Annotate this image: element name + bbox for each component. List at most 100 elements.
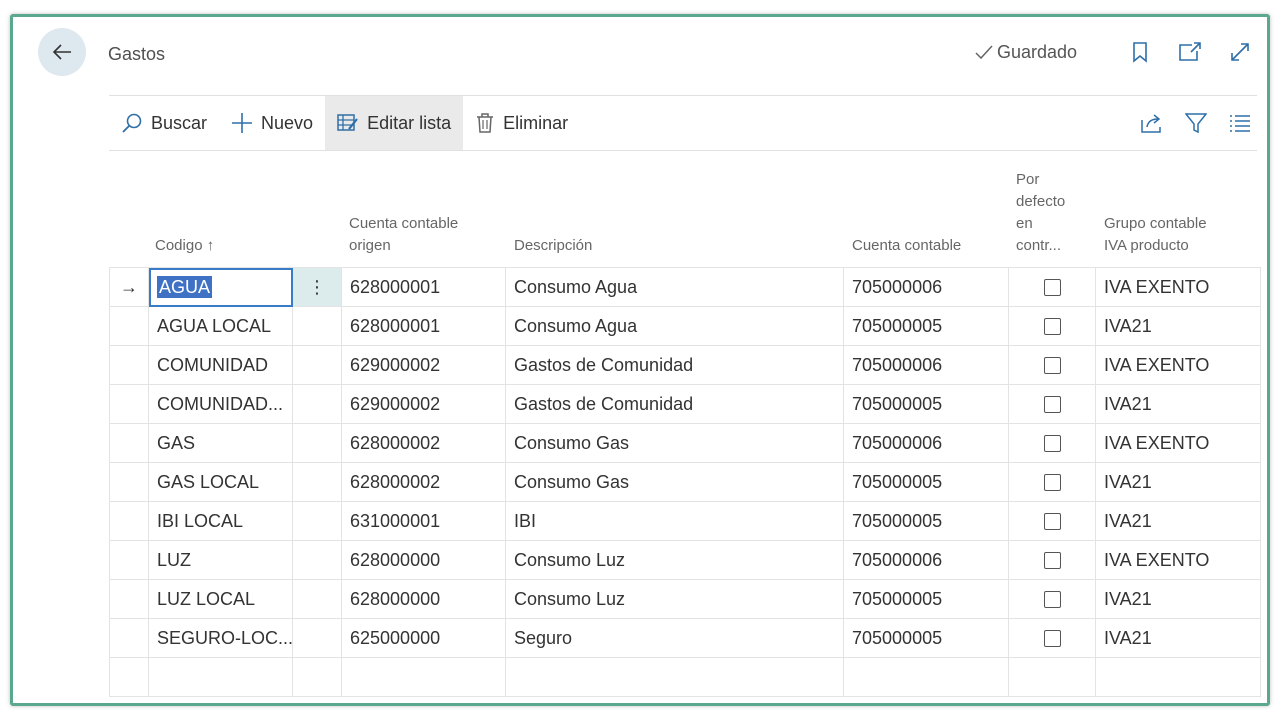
table-row[interactable]: COMUNIDAD... 629000002 Gastos de Comunidad…	[109, 384, 1261, 424]
row-actions-menu[interactable]	[292, 462, 342, 502]
cell-cuenta-origen[interactable]: 629000002	[341, 345, 506, 385]
row-selector[interactable]	[109, 462, 149, 502]
table-row[interactable]: LUZ LOCAL 628000000 Consumo Luz 705000005 IV…	[109, 579, 1261, 619]
edit-list-button[interactable]: Editar lista	[325, 96, 464, 150]
cell-descripcion[interactable]: Consumo Gas	[505, 462, 844, 502]
row-actions-menu[interactable]: ⋮	[292, 267, 342, 307]
cell-cuenta-contable[interactable]: 705000006	[843, 267, 1009, 307]
cell-codigo[interactable]: SEGURO-LOC...	[148, 618, 293, 658]
filter-button[interactable]	[1183, 110, 1209, 136]
empty-cell[interactable]	[109, 657, 149, 697]
cell-descripcion[interactable]: Consumo Agua	[505, 267, 844, 307]
cell-codigo[interactable]: IBI LOCAL	[148, 501, 293, 541]
cell-codigo[interactable]: AGUA	[148, 267, 293, 307]
row-selector[interactable]	[109, 345, 149, 385]
cell-codigo[interactable]: COMUNIDAD	[148, 345, 293, 385]
table-row[interactable]: SEGURO-LOC... 625000000 Seguro 705000005 IVA…	[109, 618, 1261, 658]
share-button[interactable]	[1139, 110, 1165, 136]
por-defecto-checkbox[interactable]	[1043, 474, 1061, 492]
cell-cuenta-origen[interactable]: 629000002	[341, 384, 506, 424]
empty-cell[interactable]	[341, 657, 506, 697]
cell-cuenta-contable[interactable]: 705000006	[843, 345, 1009, 385]
column-header-codigo[interactable]: Codigo ↑	[155, 235, 214, 257]
cell-cuenta-origen[interactable]: 625000000	[341, 618, 506, 658]
row-actions-menu[interactable]	[292, 423, 342, 463]
column-header-cuenta-contable[interactable]: Cuenta contable	[852, 235, 961, 257]
column-header-por-defecto[interactable]: Por defecto en contr...	[1016, 169, 1065, 257]
row-actions-menu[interactable]	[292, 345, 342, 385]
table-row[interactable]: GAS 628000002 Consumo Gas 705000006 IVA EXEN…	[109, 423, 1261, 463]
cell-cuenta-contable[interactable]: 705000006	[843, 540, 1009, 580]
cell-descripcion[interactable]: Gastos de Comunidad	[505, 384, 844, 424]
empty-cell[interactable]	[148, 657, 293, 697]
column-header-descripcion[interactable]: Descripción	[514, 235, 592, 257]
cell-grupo-iva[interactable]: IVA21	[1095, 384, 1261, 424]
search-button[interactable]: Buscar	[109, 96, 219, 150]
row-actions-menu[interactable]	[292, 540, 342, 580]
cell-descripcion[interactable]: IBI	[505, 501, 844, 541]
row-actions-menu[interactable]	[292, 501, 342, 541]
row-selector[interactable]	[109, 306, 149, 346]
empty-cell[interactable]	[505, 657, 844, 697]
cell-cuenta-contable[interactable]: 705000005	[843, 462, 1009, 502]
row-selector[interactable]	[109, 618, 149, 658]
table-row[interactable]: GAS LOCAL 628000002 Consumo Gas 705000005 IV…	[109, 462, 1261, 502]
cell-grupo-iva[interactable]: IVA EXENTO	[1095, 267, 1261, 307]
row-selector[interactable]	[109, 501, 149, 541]
row-selector[interactable]: →	[109, 267, 149, 307]
por-defecto-checkbox[interactable]	[1043, 396, 1061, 414]
table-row[interactable]: COMUNIDAD 629000002 Gastos de Comunidad 705…	[109, 345, 1261, 385]
cell-cuenta-contable[interactable]: 705000005	[843, 501, 1009, 541]
cell-cuenta-origen[interactable]: 628000002	[341, 462, 506, 502]
expand-button[interactable]	[1227, 39, 1253, 65]
cell-grupo-iva[interactable]: IVA EXENTO	[1095, 540, 1261, 580]
table-row[interactable]: LUZ 628000000 Consumo Luz 705000006 IVA EXEN…	[109, 540, 1261, 580]
por-defecto-checkbox[interactable]	[1043, 591, 1061, 609]
cell-codigo[interactable]: COMUNIDAD...	[148, 384, 293, 424]
cell-codigo[interactable]: GAS	[148, 423, 293, 463]
empty-cell[interactable]	[1008, 657, 1096, 697]
cell-grupo-iva[interactable]: IVA21	[1095, 306, 1261, 346]
cell-grupo-iva[interactable]: IVA EXENTO	[1095, 345, 1261, 385]
cell-codigo[interactable]: AGUA LOCAL	[148, 306, 293, 346]
cell-cuenta-origen[interactable]: 628000002	[341, 423, 506, 463]
empty-cell[interactable]	[292, 657, 342, 697]
por-defecto-checkbox[interactable]	[1043, 630, 1061, 648]
por-defecto-checkbox[interactable]	[1043, 435, 1061, 453]
column-header-grupo-iva[interactable]: Grupo contable IVA producto	[1104, 213, 1207, 257]
row-actions-menu[interactable]	[292, 579, 342, 619]
cell-cuenta-contable[interactable]: 705000005	[843, 579, 1009, 619]
cell-grupo-iva[interactable]: IVA21	[1095, 462, 1261, 502]
row-actions-menu[interactable]	[292, 306, 342, 346]
cell-cuenta-contable[interactable]: 705000005	[843, 306, 1009, 346]
cell-codigo[interactable]: LUZ LOCAL	[148, 579, 293, 619]
open-new-window-button[interactable]	[1177, 39, 1203, 65]
row-actions-menu[interactable]	[292, 384, 342, 424]
cell-descripcion[interactable]: Consumo Luz	[505, 540, 844, 580]
row-actions-menu[interactable]	[292, 618, 342, 658]
por-defecto-checkbox[interactable]	[1043, 513, 1061, 531]
cell-grupo-iva[interactable]: IVA21	[1095, 618, 1261, 658]
cell-cuenta-origen[interactable]: 628000000	[341, 540, 506, 580]
cell-grupo-iva[interactable]: IVA EXENTO	[1095, 423, 1261, 463]
cell-grupo-iva[interactable]: IVA21	[1095, 579, 1261, 619]
row-selector[interactable]	[109, 579, 149, 619]
new-button[interactable]: Nuevo	[219, 96, 325, 150]
cell-cuenta-contable[interactable]: 705000005	[843, 384, 1009, 424]
por-defecto-checkbox[interactable]	[1043, 552, 1061, 570]
cell-cuenta-origen[interactable]: 628000001	[341, 267, 506, 307]
cell-descripcion[interactable]: Seguro	[505, 618, 844, 658]
cell-cuenta-contable[interactable]: 705000006	[843, 423, 1009, 463]
cell-descripcion[interactable]: Consumo Agua	[505, 306, 844, 346]
empty-row[interactable]	[109, 657, 1261, 697]
delete-button[interactable]: Eliminar	[463, 96, 580, 150]
cell-cuenta-origen[interactable]: 631000001	[341, 501, 506, 541]
por-defecto-checkbox[interactable]	[1043, 279, 1061, 297]
row-selector[interactable]	[109, 384, 149, 424]
cell-codigo[interactable]: LUZ	[148, 540, 293, 580]
row-selector[interactable]	[109, 540, 149, 580]
cell-cuenta-contable[interactable]: 705000005	[843, 618, 1009, 658]
empty-cell[interactable]	[1095, 657, 1261, 697]
cell-cuenta-origen[interactable]: 628000001	[341, 306, 506, 346]
back-button[interactable]	[38, 28, 86, 76]
